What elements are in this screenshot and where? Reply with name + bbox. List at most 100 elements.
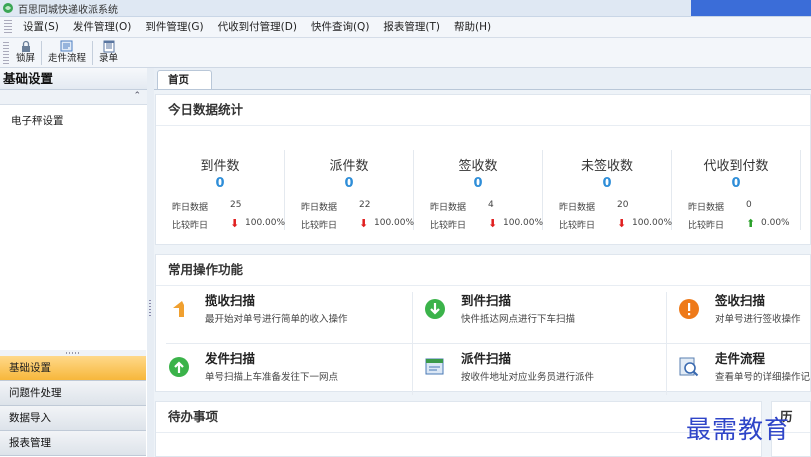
parcel-flow-label: 走件流程 (48, 53, 87, 64)
stat-yesterday-value: 25 (230, 200, 242, 210)
op-title: 揽收扫描 (205, 293, 256, 308)
op-desc: 对单号进行签收操作 (715, 314, 801, 325)
stat-yesterday-value: 4 (488, 200, 494, 210)
stat-title: 派件数 (329, 159, 369, 174)
stat-yesterday-row: 昨日数据 25 (172, 200, 241, 213)
sidebar-nav: 基础设置 问题件处理 数据导入 报表管理 (0, 356, 146, 456)
sidebar-collapse-bar[interactable]: ⌃ (0, 90, 147, 105)
dispatch-icon (424, 356, 446, 378)
stats-row: 到件数 0 昨日数据 25 比较昨日 ⬇ 100.00% 派件数 0 昨日数据 22 比较昨日 ⬇ 100… (156, 126, 810, 238)
nav-item-basic-settings[interactable]: 基础设置 (0, 356, 146, 381)
op-title: 到件扫描 (461, 293, 512, 308)
menu-help[interactable]: 帮助(H) (447, 17, 498, 37)
nav-item-data-import[interactable]: 数据导入 (0, 406, 146, 431)
stat-value: 0 (602, 176, 612, 191)
menu-send-management[interactable]: 发件管理(O) (66, 17, 138, 37)
title-bar-fill (691, 0, 811, 16)
op-desc: 最开始对单号进行简单的收入操作 (205, 314, 348, 325)
tab-home[interactable]: 首页 (157, 70, 212, 89)
stat-compare-label: 比较昨日 (301, 221, 338, 231)
stat-card: 派件数 0 昨日数据 22 比较昨日 ⬇ 100.00% (285, 150, 414, 231)
stat-compare-row: 比较昨日 ⬇ 100.00% (559, 217, 672, 231)
form-icon (103, 40, 115, 53)
stat-percent: 0.00% (761, 218, 790, 228)
stat-title: 到件数 (200, 159, 240, 174)
sidebar-tree: 电子秤设置 (0, 105, 147, 128)
toolbar: 锁屏 走件流程 录单 (0, 38, 811, 68)
stat-value: 0 (473, 176, 483, 191)
lock-screen-label: 锁屏 (16, 53, 36, 64)
stat-value: 0 (344, 176, 354, 191)
stat-yesterday-row: 昨日数据 22 (301, 200, 370, 213)
menu-parcel-query[interactable]: 快件查询(Q) (304, 17, 376, 37)
ops-panel: 常用操作功能 揽收扫描 最开始对单号进行简单的收入操作 到件扫描 快件抵达网点进行下车… (155, 254, 811, 395)
todo-panel: 待办事项 (155, 401, 762, 457)
parcel-flow-button[interactable]: 走件流程 (44, 38, 90, 67)
stat-yesterday-row: 昨日数据 4 (430, 200, 494, 213)
stat-title: 未签收数 (580, 159, 633, 174)
op-item[interactable]: 签收扫描对单号进行签收操作 (666, 286, 811, 340)
menu-arrival-management[interactable]: 到件管理(G) (138, 17, 210, 37)
window-title: 百思同城快递收派系统 (18, 4, 118, 16)
lock-icon (21, 40, 30, 52)
stat-compare-row: 比较昨日 ⬆ 0.00% (688, 217, 790, 231)
stat-yesterday-value: 0 (746, 200, 752, 210)
stat-yesterday-row: 昨日数据 20 (559, 200, 628, 213)
menu-cod-management[interactable]: 代收到付管理(D) (211, 17, 304, 37)
return-arrow-icon (168, 298, 190, 320)
stat-yesterday-label: 昨日数据 (172, 203, 209, 213)
op-desc: 单号扫描上车准备发往下一网点 (205, 372, 339, 383)
down-arrow-circle-icon (424, 298, 446, 320)
toolbar-separator (92, 40, 94, 65)
ops-grid: 揽收扫描 最开始对单号进行简单的收入操作 到件扫描 快件抵达网点进行下车扫描 签收扫描对… (156, 286, 810, 401)
stat-percent: 100.00% (374, 218, 415, 228)
stat-card: 到件数 0 昨日数据 25 比较昨日 ⬇ 100.00% (156, 150, 286, 231)
stat-percent: 100.00% (632, 218, 673, 228)
stat-compare-row: 比较昨日 ⬇ 100.00% (301, 217, 414, 231)
op-item[interactable]: 走件流程查看单号的详细操作记 (666, 344, 811, 398)
op-item[interactable]: 揽收扫描最开始对单号进行简单的收入操作 (156, 286, 406, 340)
enter-waybill-label: 录单 (99, 53, 119, 64)
ops-panel-title: 常用操作功能 (156, 255, 810, 286)
todo-panel-title: 待办事项 (156, 402, 761, 433)
enter-waybill-button[interactable]: 录单 (95, 38, 122, 67)
lock-screen-button[interactable]: 锁屏 (12, 38, 39, 67)
stat-yesterday-row: 昨日数据 0 (688, 200, 752, 213)
op-title: 发件扫描 (205, 351, 256, 366)
menu-report-management[interactable]: 报表管理(T) (376, 17, 447, 37)
stat-percent: 100.00% (503, 218, 544, 228)
toolbar-separator (41, 40, 43, 65)
stat-compare-row: 比较昨日 ⬇ 100.00% (430, 217, 543, 231)
nav-item-problem-parcels[interactable]: 问题件处理 (0, 381, 146, 406)
stat-percent: 100.00% (245, 218, 286, 228)
down-arrow-icon: ⬇ (230, 217, 240, 230)
menu-grip-handle[interactable] (4, 20, 12, 34)
op-desc: 按收件地址对应业务员进行派件 (461, 372, 595, 383)
down-arrow-icon: ⬇ (488, 217, 498, 230)
double-chevron-up-icon[interactable]: ⌃ (133, 91, 141, 101)
stat-yesterday-label: 昨日数据 (559, 203, 596, 213)
op-item[interactable]: 到件扫描 快件抵达网点进行下车扫描 (412, 286, 662, 340)
tab-bar: 首页 (154, 68, 811, 90)
splitter-grip-icon (149, 300, 151, 316)
vertical-splitter[interactable] (147, 68, 154, 457)
op-title: 走件流程 (715, 351, 766, 366)
stat-value: 0 (731, 176, 741, 191)
stat-compare-label: 比较昨日 (688, 221, 725, 231)
op-item[interactable]: 派件扫描 按收件地址对应业务员进行派件 (412, 344, 662, 398)
title-bar: 百思同城快递收派系统 (0, 0, 811, 17)
stat-compare-label: 比较昨日 (172, 221, 209, 231)
down-arrow-icon: ⬇ (617, 217, 627, 230)
stat-card: 代收到付数 0 昨日数据 0 比较昨日 ⬆ 0.00% (672, 150, 801, 231)
stat-yesterday-label: 昨日数据 (301, 203, 338, 213)
op-title: 签收扫描 (715, 293, 766, 308)
op-item[interactable]: 发件扫描单号扫描上车准备发往下一网点 (156, 344, 406, 398)
nav-item-report-management[interactable]: 报表管理 (0, 431, 146, 456)
menu-settings[interactable]: 设置(S) (16, 17, 66, 37)
stat-compare-label: 比较昨日 (430, 221, 467, 231)
watermark-text: 最需教育 (686, 415, 791, 444)
op-desc: 查看单号的详细操作记 (715, 372, 811, 383)
toolbar-grip-handle[interactable] (3, 41, 9, 64)
tree-item-scale-settings[interactable]: 电子秤设置 (11, 113, 147, 128)
app-logo-icon (3, 3, 13, 13)
